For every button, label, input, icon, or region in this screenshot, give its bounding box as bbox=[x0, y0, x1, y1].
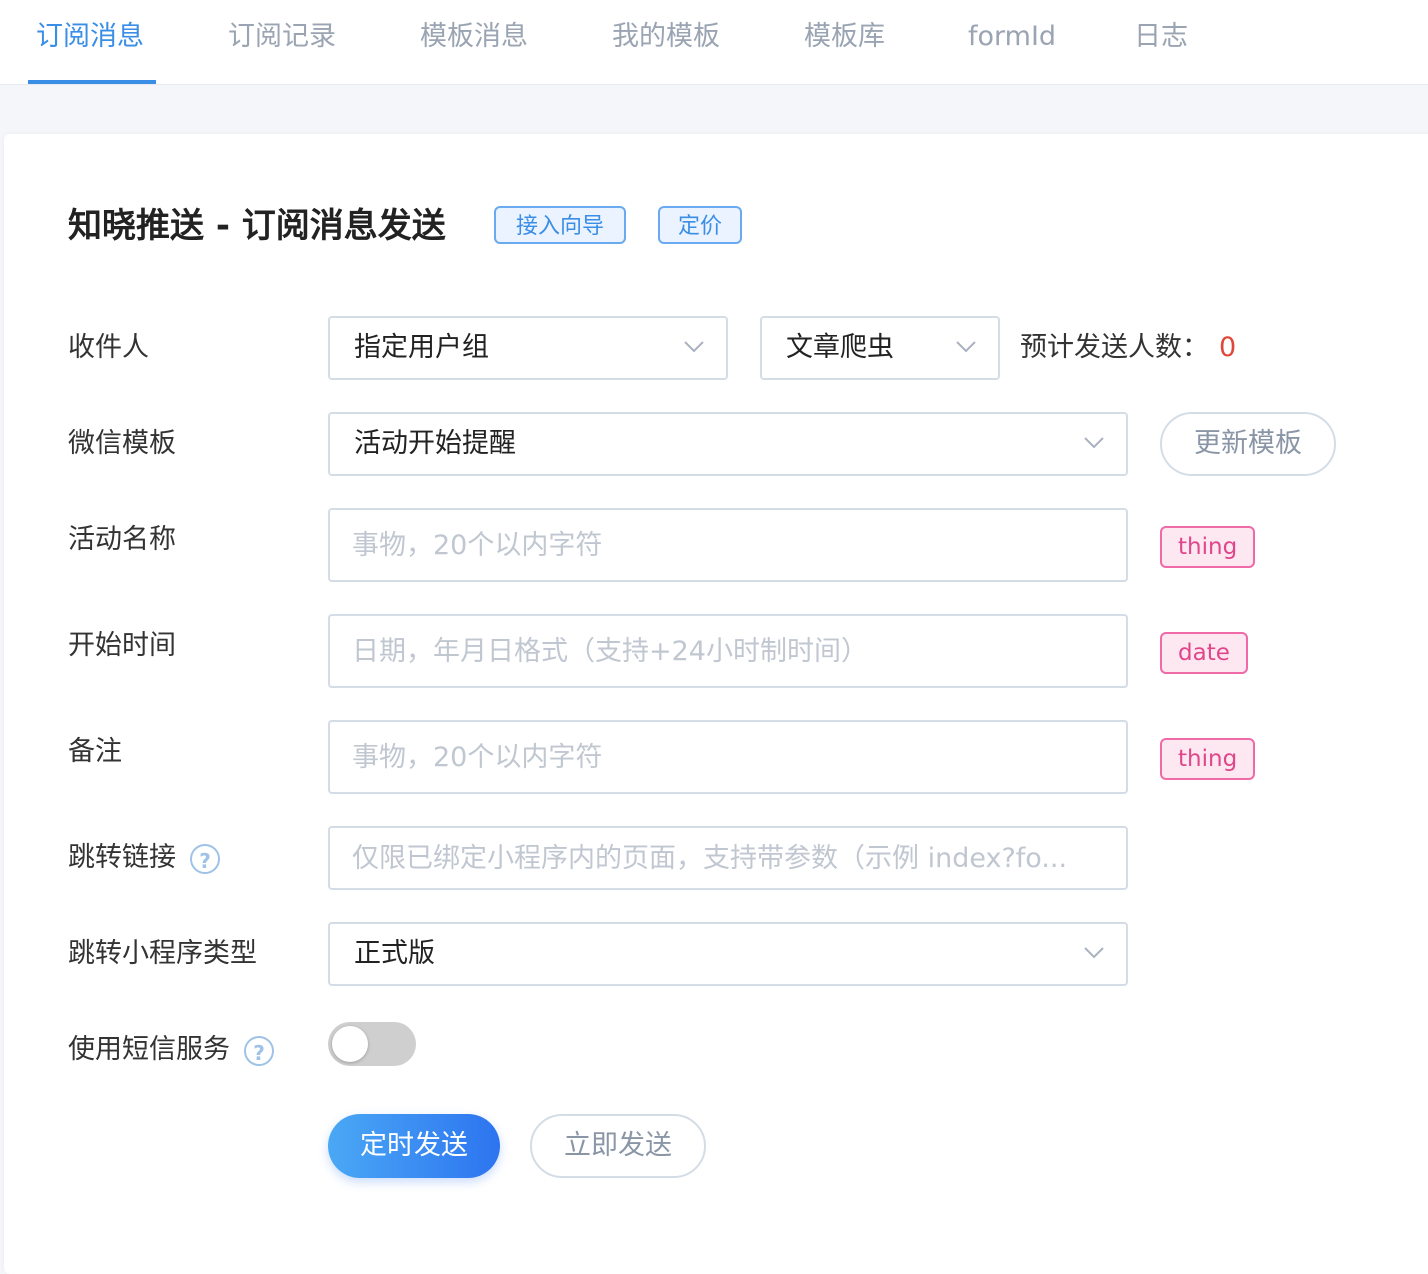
type-tag-date: date bbox=[1160, 632, 1248, 674]
remark-input[interactable] bbox=[328, 720, 1128, 794]
guide-button[interactable]: 接入向导 bbox=[494, 206, 626, 244]
miniprogram-type-select[interactable]: 正式版 bbox=[328, 922, 1128, 986]
remark-label: 备注 bbox=[68, 736, 122, 767]
chevron-down-icon bbox=[956, 341, 976, 353]
chevron-down-icon bbox=[684, 341, 704, 353]
sms-label: 使用短信服务 bbox=[68, 1034, 230, 1065]
tab-subscribe-message[interactable]: 订阅消息 bbox=[36, 0, 144, 84]
jump-link-label: 跳转链接 bbox=[68, 842, 176, 873]
activity-name-label: 活动名称 bbox=[68, 524, 176, 555]
active-tab-indicator bbox=[28, 80, 156, 84]
estimated-recipients: 预计发送人数： 0 bbox=[1020, 330, 1236, 366]
sms-toggle[interactable] bbox=[328, 1022, 416, 1066]
pricing-button[interactable]: 定价 bbox=[658, 206, 742, 244]
template-select[interactable]: 活动开始提醒 bbox=[328, 412, 1128, 476]
jump-link-label-wrap: 跳转链接? bbox=[68, 840, 220, 876]
user-group-select[interactable]: 文章爬虫 bbox=[760, 316, 1000, 380]
page-title: 知晓推送 - 订阅消息发送 bbox=[68, 206, 446, 246]
recipient-type-value: 指定用户组 bbox=[354, 332, 489, 363]
estimated-recipients-count: 0 bbox=[1219, 332, 1237, 363]
jump-link-input[interactable] bbox=[328, 826, 1128, 890]
tab-formid[interactable]: formId bbox=[968, 0, 1056, 84]
toggle-knob bbox=[332, 1026, 368, 1062]
send-now-button[interactable]: 立即发送 bbox=[530, 1114, 706, 1178]
scheduled-send-button[interactable]: 定时发送 bbox=[328, 1114, 500, 1178]
tab-my-templates[interactable]: 我的模板 bbox=[612, 0, 720, 84]
question-circle-icon[interactable]: ? bbox=[244, 1035, 274, 1066]
tab-template-message[interactable]: 模板消息 bbox=[420, 0, 528, 84]
type-tag-thing: thing bbox=[1160, 738, 1256, 780]
template-label: 微信模板 bbox=[68, 428, 176, 459]
recipient-type-select[interactable]: 指定用户组 bbox=[328, 316, 728, 380]
refresh-template-button[interactable]: 更新模板 bbox=[1160, 412, 1336, 476]
start-time-input[interactable] bbox=[328, 614, 1128, 688]
sms-label-wrap: 使用短信服务? bbox=[68, 1032, 274, 1068]
tab-logs[interactable]: 日志 bbox=[1134, 0, 1188, 84]
miniprogram-type-label: 跳转小程序类型 bbox=[68, 938, 257, 969]
chevron-down-icon bbox=[1084, 437, 1104, 449]
type-tag-thing: thing bbox=[1160, 526, 1256, 568]
estimated-recipients-label: 预计发送人数： bbox=[1020, 332, 1209, 363]
top-tab-bar: 订阅消息 订阅记录 模板消息 我的模板 模板库 formId 日志 bbox=[0, 0, 1428, 85]
template-value: 活动开始提醒 bbox=[354, 428, 516, 459]
user-group-value: 文章爬虫 bbox=[786, 332, 894, 363]
start-time-label: 开始时间 bbox=[68, 630, 176, 661]
content-card bbox=[4, 134, 1428, 1274]
tab-subscribe-records[interactable]: 订阅记录 bbox=[228, 0, 336, 84]
recipient-label: 收件人 bbox=[68, 332, 149, 363]
miniprogram-type-value: 正式版 bbox=[354, 938, 435, 969]
question-circle-icon[interactable]: ? bbox=[190, 843, 220, 874]
activity-name-input[interactable] bbox=[328, 508, 1128, 582]
chevron-down-icon bbox=[1084, 947, 1104, 959]
tab-template-library[interactable]: 模板库 bbox=[804, 0, 885, 84]
